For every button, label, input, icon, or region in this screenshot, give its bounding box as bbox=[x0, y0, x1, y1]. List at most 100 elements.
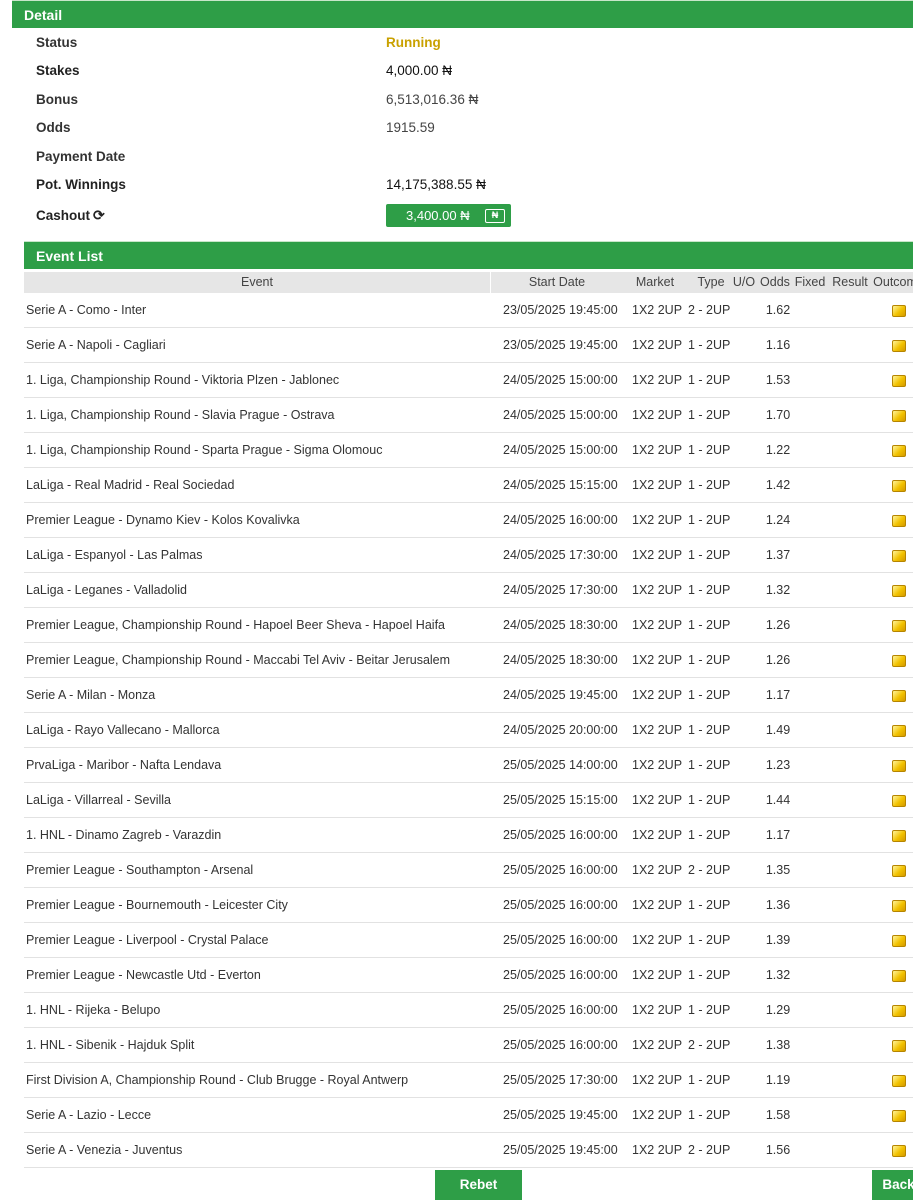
refresh-icon[interactable]: ⟳ bbox=[93, 207, 105, 224]
odds-cell: 1.62 bbox=[765, 303, 791, 317]
type-cell: 1 - 2UP bbox=[688, 1003, 731, 1017]
market-cell: 1X2 2UP bbox=[632, 968, 683, 982]
event-cell: LaLiga - Rayo Vallecano - Mallorca bbox=[26, 723, 220, 737]
start-date-cell: 25/05/2025 14:00:00 bbox=[503, 758, 618, 772]
type-cell: 1 - 2UP bbox=[688, 688, 731, 702]
event-cell: Premier League - Liverpool - Crystal Pal… bbox=[26, 933, 269, 947]
event-list-header: Event List bbox=[24, 241, 913, 269]
type-cell: 1 - 2UP bbox=[688, 933, 731, 947]
outcome-cell bbox=[892, 538, 906, 572]
cashout-row: Cashout ⟳ 3,400.00 ₦ ₦ bbox=[24, 199, 913, 232]
type-cell: 1 - 2UP bbox=[688, 653, 731, 667]
column-header-event: Event bbox=[24, 272, 491, 293]
market-cell: 1X2 2UP bbox=[632, 1073, 683, 1087]
start-date-cell: 25/05/2025 16:00:00 bbox=[503, 863, 618, 877]
odds-cell: 1.42 bbox=[765, 478, 791, 492]
table-row: Premier League, Championship Round - Mac… bbox=[24, 643, 913, 678]
market-cell: 1X2 2UP bbox=[632, 723, 683, 737]
column-header-type: Type bbox=[697, 275, 725, 289]
odds-cell: 1.17 bbox=[765, 688, 791, 702]
pot-winnings-value: 14,175,388.55 ₦ bbox=[386, 177, 486, 193]
type-cell: 1 - 2UP bbox=[688, 408, 731, 422]
pending-icon bbox=[892, 1004, 906, 1017]
pending-icon bbox=[892, 689, 906, 702]
stakes-label: Stakes bbox=[36, 63, 80, 79]
pending-icon bbox=[892, 1144, 906, 1157]
start-date-cell: 25/05/2025 16:00:00 bbox=[503, 968, 618, 982]
event-cell: PrvaLiga - Maribor - Nafta Lendava bbox=[26, 758, 222, 772]
rebet-button[interactable]: Rebet bbox=[435, 1170, 522, 1200]
market-cell: 1X2 2UP bbox=[632, 583, 683, 597]
start-date-cell: 24/05/2025 20:00:00 bbox=[503, 723, 618, 737]
table-row: Serie A - Napoli - Cagliari 23/05/2025 19… bbox=[24, 328, 913, 363]
start-date-cell: 24/05/2025 18:30:00 bbox=[503, 653, 618, 667]
event-cell: LaLiga - Espanyol - Las Palmas bbox=[26, 548, 203, 562]
odds-cell: 1.23 bbox=[765, 758, 791, 772]
odds-cell: 1.26 bbox=[765, 653, 791, 667]
status-label: Status bbox=[36, 34, 78, 50]
outcome-cell bbox=[892, 503, 906, 537]
event-cell: Premier League - Dynamo Kiev - Kolos Kov… bbox=[26, 513, 300, 527]
odds-cell: 1.16 bbox=[765, 338, 791, 352]
type-cell: 1 - 2UP bbox=[688, 513, 731, 527]
table-row: 1. HNL - Rijeka - Belupo 25/05/2025 16:00… bbox=[24, 993, 913, 1028]
type-cell: 2 - 2UP bbox=[688, 303, 731, 317]
back-button[interactable]: Back bbox=[872, 1170, 913, 1200]
pending-icon bbox=[892, 724, 906, 737]
start-date-cell: 25/05/2025 19:45:00 bbox=[503, 1143, 618, 1157]
pot-winnings-row: Pot. Winnings 14,175,388.55 ₦ bbox=[24, 171, 913, 200]
odds-row: Odds 1915.59 bbox=[24, 114, 913, 143]
type-cell: 1 - 2UP bbox=[688, 968, 731, 982]
market-cell: 1X2 2UP bbox=[632, 793, 683, 807]
market-cell: 1X2 2UP bbox=[632, 478, 683, 492]
outcome-cell bbox=[892, 363, 906, 397]
event-cell: Premier League - Newcastle Utd - Everton bbox=[26, 968, 261, 982]
status-value: Running bbox=[386, 34, 441, 50]
odds-cell: 1.19 bbox=[765, 1073, 791, 1087]
event-cell: 1. HNL - Dinamo Zagreb - Varazdin bbox=[26, 828, 222, 842]
outcome-cell bbox=[892, 923, 906, 957]
type-cell: 1 - 2UP bbox=[688, 758, 731, 772]
column-header-odds: Odds bbox=[760, 275, 790, 289]
market-cell: 1X2 2UP bbox=[632, 863, 683, 877]
outcome-cell bbox=[892, 1098, 906, 1132]
event-cell: 1. HNL - Rijeka - Belupo bbox=[26, 1003, 161, 1017]
bonus-value: 6,513,016.36 ₦ bbox=[386, 91, 479, 107]
type-cell: 1 - 2UP bbox=[688, 898, 731, 912]
table-row: LaLiga - Leganes - Valladolid 24/05/2025 … bbox=[24, 573, 913, 608]
table-row: Premier League - Dynamo Kiev - Kolos Kov… bbox=[24, 503, 913, 538]
pending-icon bbox=[892, 899, 906, 912]
market-cell: 1X2 2UP bbox=[632, 1108, 683, 1122]
type-cell: 1 - 2UP bbox=[688, 828, 731, 842]
event-cell: Premier League - Bournemouth - Leicester… bbox=[26, 898, 288, 912]
table-row: 1. Liga, Championship Round - Slavia Pra… bbox=[24, 398, 913, 433]
type-cell: 1 - 2UP bbox=[688, 443, 731, 457]
table-row: First Division A, Championship Round - C… bbox=[24, 1063, 913, 1098]
start-date-cell: 24/05/2025 15:00:00 bbox=[503, 408, 618, 422]
bonus-row: Bonus 6,513,016.36 ₦ bbox=[24, 85, 913, 114]
table-row: Serie A - Como - Inter 23/05/2025 19:45:0… bbox=[24, 293, 913, 328]
odds-cell: 1.53 bbox=[765, 373, 791, 387]
pending-icon bbox=[892, 969, 906, 982]
odds-cell: 1.44 bbox=[765, 793, 791, 807]
type-cell: 1 - 2UP bbox=[688, 478, 731, 492]
table-row: Premier League - Bournemouth - Leicester… bbox=[24, 888, 913, 923]
cashout-button[interactable]: 3,400.00 ₦ ₦ bbox=[386, 204, 511, 227]
market-cell: 1X2 2UP bbox=[632, 1038, 683, 1052]
market-cell: 1X2 2UP bbox=[632, 338, 683, 352]
table-row: 1. Liga, Championship Round - Sparta Pra… bbox=[24, 433, 913, 468]
start-date-cell: 25/05/2025 17:30:00 bbox=[503, 1073, 618, 1087]
outcome-cell bbox=[892, 433, 906, 467]
footer-actions: Rebet Back bbox=[24, 1167, 913, 1200]
event-cell: Serie A - Napoli - Cagliari bbox=[26, 338, 166, 352]
odds-cell: 1.22 bbox=[765, 443, 791, 457]
event-cell: 1. Liga, Championship Round - Slavia Pra… bbox=[26, 408, 335, 422]
outcome-cell bbox=[892, 888, 906, 922]
market-cell: 1X2 2UP bbox=[632, 898, 683, 912]
event-cell: First Division A, Championship Round - C… bbox=[26, 1073, 409, 1087]
market-cell: 1X2 2UP bbox=[632, 758, 683, 772]
table-row: LaLiga - Rayo Vallecano - Mallorca 24/05/… bbox=[24, 713, 913, 748]
column-header-outcome: Outcome bbox=[873, 275, 913, 289]
start-date-cell: 24/05/2025 15:00:00 bbox=[503, 443, 618, 457]
pending-icon bbox=[892, 794, 906, 807]
